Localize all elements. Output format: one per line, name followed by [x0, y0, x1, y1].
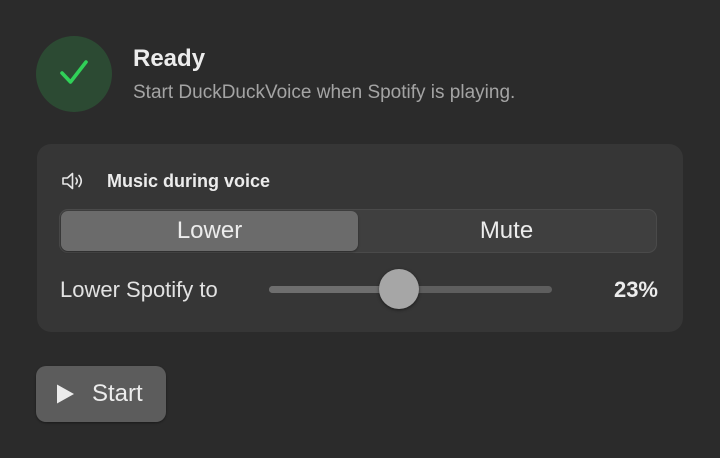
status-title: Ready — [133, 45, 206, 72]
card-header: Music during voice — [61, 170, 270, 192]
status-subtitle: Start DuckDuckVoice when Spotify is play… — [133, 82, 516, 103]
status-indicator — [36, 36, 112, 112]
volume-slider-thumb[interactable] — [379, 269, 420, 309]
segment-lower[interactable]: Lower — [61, 211, 358, 251]
music-mode-segmented-control: Lower Mute — [59, 209, 657, 253]
play-icon — [54, 383, 76, 405]
segment-mute[interactable]: Mute — [358, 211, 655, 251]
volume-slider-value: 23% — [613, 277, 658, 302]
start-button[interactable]: Start — [36, 366, 166, 422]
volume-slider-label: Lower Spotify to — [60, 277, 218, 302]
card-title: Music during voice — [107, 170, 271, 191]
music-settings-card: Music during voice Lower Mute Lower Spot… — [37, 144, 683, 332]
start-button-label: Start — [92, 380, 143, 407]
speaker-icon — [61, 170, 87, 192]
checkmark-icon — [57, 55, 91, 94]
